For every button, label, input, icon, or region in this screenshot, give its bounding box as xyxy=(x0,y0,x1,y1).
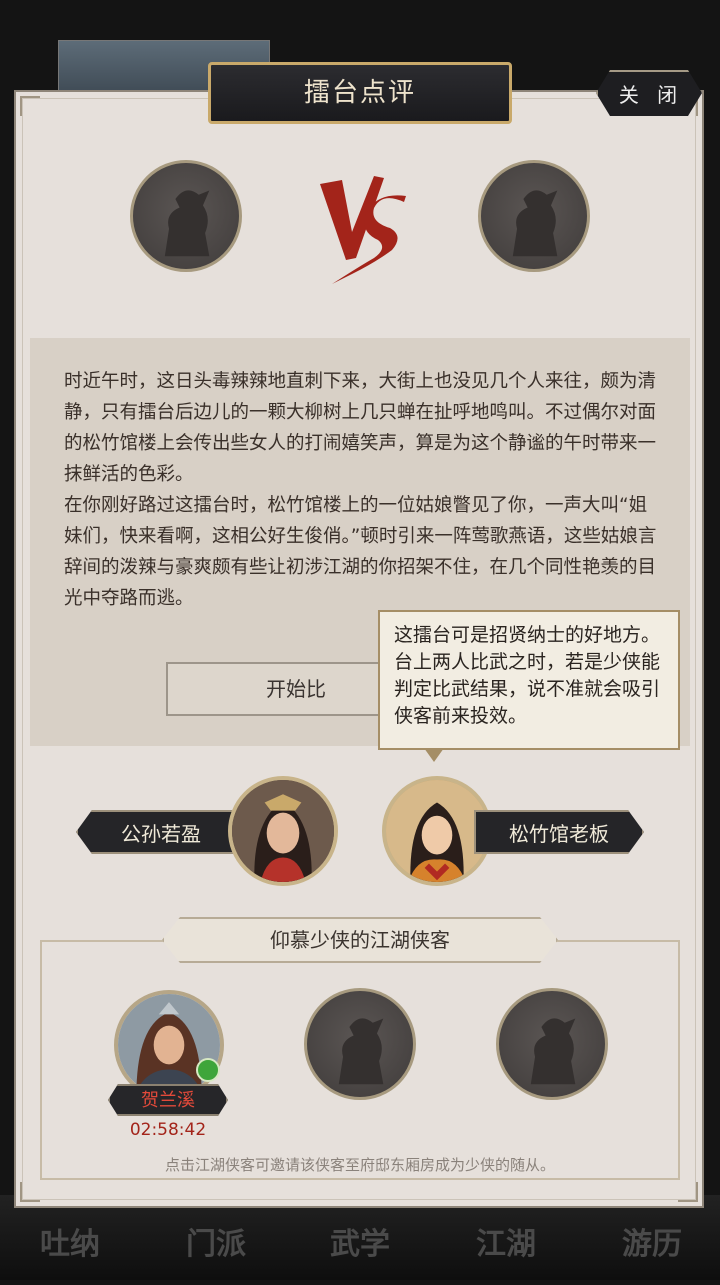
fighter-left-name: 公孙若盈 xyxy=(76,810,246,854)
nav-item-tuna[interactable]: 吐纳 xyxy=(10,1205,130,1275)
fighter-right-name: 松竹馆老板 xyxy=(474,810,644,854)
hero-timer: 02:58:42 xyxy=(129,1120,207,1140)
sword-badge-icon xyxy=(196,1058,220,1082)
corner-ornament xyxy=(20,1182,40,1202)
vs-icon xyxy=(320,176,406,284)
hero-slot-empty-icon xyxy=(304,988,416,1100)
tooltip-pointer xyxy=(424,748,444,762)
corner-ornament xyxy=(678,1182,698,1202)
heroes-hint-text: 点击江湖侠客可邀请该侠客至府邸东厢房成为少侠的随从。 xyxy=(164,1156,555,1174)
fighter-left-portrait[interactable] xyxy=(228,776,338,886)
corner-ornament xyxy=(20,96,40,116)
heroes-section-title: 仰慕少侠的江湖侠客 xyxy=(162,917,558,963)
story-paragraph: 在你刚好路过这擂台时，松竹馆楼上的一位姑娘瞥见了你，一声大叫“姐妹们，快来看啊，… xyxy=(64,495,657,609)
hero-name[interactable]: 贺兰溪 xyxy=(108,1084,228,1116)
nav-item-jianghu[interactable]: 江湖 xyxy=(446,1205,566,1275)
hero-portrait[interactable] xyxy=(114,990,224,1100)
story-text: 时近午时，这日头毒辣辣地直刺下来，大街上也没见几个人来往，颇为清静，只有擂台后边… xyxy=(64,366,664,614)
fighter-right-placeholder-icon xyxy=(478,160,590,272)
story-paragraph: 时近午时，这日头毒辣辣地直刺下来，大街上也没见几个人来往，颇为清静，只有擂台后边… xyxy=(64,371,657,485)
close-button[interactable]: 关 闭 xyxy=(596,70,702,116)
nav-item-menpai[interactable]: 门派 xyxy=(156,1205,276,1275)
hero-slot-empty-icon xyxy=(496,988,608,1100)
nav-item-youli[interactable]: 游历 xyxy=(592,1205,712,1275)
fighter-left-placeholder-icon xyxy=(130,160,242,272)
hint-tooltip: 这擂台可是招贤纳士的好地方。台上两人比武之时，若是少侠能判定比武结果，说不准就会… xyxy=(378,610,680,750)
dialog-title: 擂台点评 xyxy=(208,62,512,124)
nav-item-wuxue[interactable]: 武学 xyxy=(300,1205,420,1275)
